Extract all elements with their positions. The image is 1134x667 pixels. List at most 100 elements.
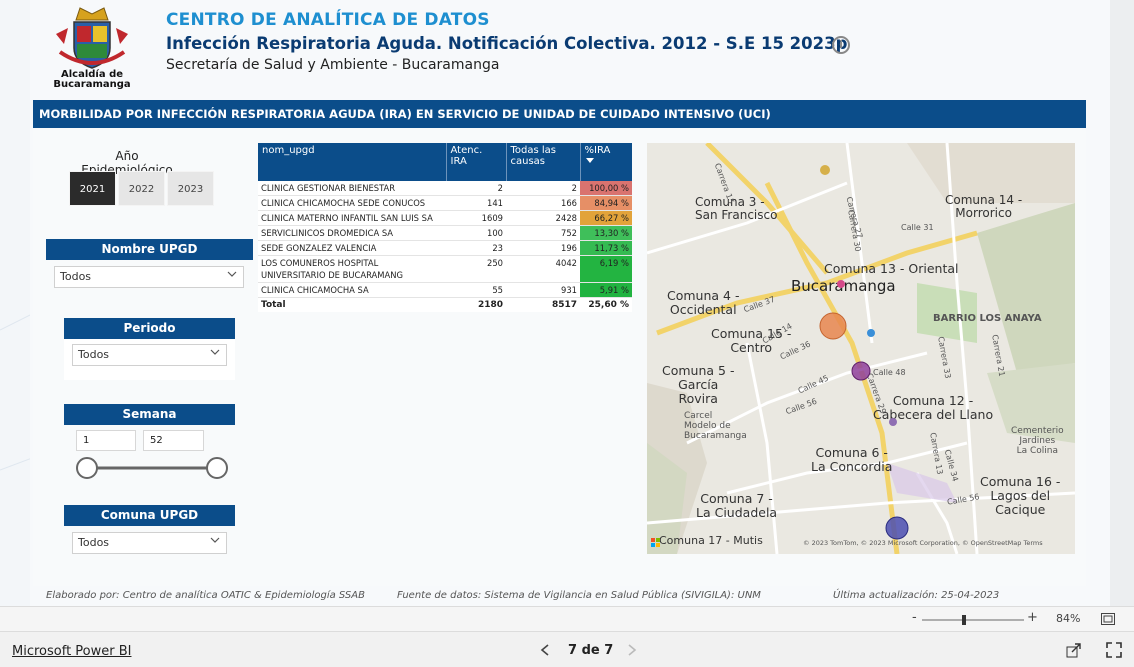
cell-upgd-name: CLINICA CHICAMOCHA SA — [258, 282, 446, 298]
info-icon[interactable]: i — [832, 36, 850, 54]
zoom-in-button[interactable]: + — [1027, 610, 1038, 625]
footer-credits: Elaborado por: Centro de analítica OATIC… — [46, 590, 365, 601]
total-all: 8517 — [506, 297, 580, 312]
cell-all-causes: 4042 — [506, 255, 580, 283]
week-range-slider[interactable] — [72, 455, 232, 481]
map-visual[interactable]: Comuna 3 - San Francisco Comuna 14 - Morro… — [647, 143, 1075, 554]
coat-of-arms-icon — [56, 7, 128, 69]
logo-caption-line2: Bucaramanga — [53, 79, 131, 90]
cell-pct-ira: 84,94 % — [580, 195, 632, 211]
year-button-2022[interactable]: 2022 — [118, 171, 165, 206]
table-row[interactable]: CLINICA CHICAMOCHA SA 55 931 5,91 % — [258, 282, 632, 298]
powerbi-link[interactable]: Microsoft Power BI — [12, 644, 131, 659]
period-dropdown[interactable]: Todos — [72, 344, 227, 366]
cell-all-causes: 931 — [506, 282, 580, 298]
cell-all-causes: 2 — [506, 181, 580, 196]
chevron-down-icon — [210, 537, 220, 543]
cell-upgd-name: SERVICLINICOS DROMEDICA SA — [258, 225, 446, 241]
next-page-icon[interactable] — [627, 644, 637, 656]
total-ira: 2180 — [446, 297, 506, 312]
table-row[interactable]: SERVICLINICOS DROMEDICA SA 100 752 13,30 % — [258, 225, 632, 241]
cell-pct-ira: 66,27 % — [580, 210, 632, 226]
vertical-scrollbar[interactable] — [1110, 0, 1134, 606]
ira-table: nom_upgd Atenc. IRA Todas las causas %IR… — [258, 143, 632, 312]
cell-ira: 2 — [446, 181, 506, 196]
page-indicator: 7 de 7 — [568, 643, 614, 658]
year-button-2021[interactable]: 2021 — [69, 171, 116, 206]
cell-upgd-name: CLINICA GESTIONAR BIENESTAR — [258, 181, 446, 196]
map-bubbles[interactable] — [647, 143, 1075, 554]
prev-page-icon[interactable] — [540, 644, 550, 656]
cell-ira: 250 — [446, 255, 506, 283]
logo: Alcaldía de Bucaramanga — [50, 4, 134, 90]
week-slicer-header: Semana — [64, 404, 235, 425]
col-header-pct[interactable]: %IRA — [580, 143, 632, 181]
footer-source: Fuente de datos: Sistema de Vigilancia e… — [397, 590, 761, 601]
chevron-down-icon — [210, 349, 220, 355]
cell-all-causes: 752 — [506, 225, 580, 241]
table-header-row: nom_upgd Atenc. IRA Todas las causas %IR… — [258, 143, 632, 181]
cell-ira: 1609 — [446, 210, 506, 226]
bubble-small[interactable] — [867, 329, 875, 337]
cell-upgd-name: SEDE GONZALEZ VALENCIA — [258, 240, 446, 256]
col-header-pct-label: %IRA — [584, 145, 611, 156]
upgd-dropdown[interactable]: Todos — [54, 266, 244, 288]
period-slicer-header: Periodo — [64, 318, 235, 339]
period-dropdown-value: Todos — [78, 348, 110, 361]
cell-pct-ira: 13,30 % — [580, 225, 632, 241]
cell-ira: 23 — [446, 240, 506, 256]
zoom-bar: - + 84% — [0, 606, 1134, 631]
header-department: Secretaría de Salud y Ambiente - Bucaram… — [166, 57, 500, 73]
table-row[interactable]: SEDE GONZALEZ VALENCIA 23 196 11,73 % — [258, 240, 632, 256]
cell-upgd-name: CLINICA CHICAMOCHA SEDE CONUCOS — [258, 195, 446, 211]
header-title: CENTRO DE ANALÍTICA DE DATOS — [166, 10, 490, 30]
zoom-slider-handle[interactable] — [962, 615, 966, 625]
cell-upgd-name: CLINICA MATERNO INFANTIL SAN LUIS SA — [258, 210, 446, 226]
week-max-handle[interactable] — [206, 457, 228, 479]
week-min-input[interactable]: 1 — [76, 430, 136, 451]
map-attribution[interactable]: © 2023 TomTom, © 2023 Microsoft Corporat… — [803, 539, 1043, 547]
bubble-small[interactable] — [889, 418, 897, 426]
upgd-dropdown-value: Todos — [60, 270, 92, 283]
col-header-upgd[interactable]: nom_upgd — [258, 143, 447, 181]
cell-all-causes: 2428 — [506, 210, 580, 226]
total-pct: 25,60 % — [580, 297, 632, 312]
share-icon[interactable] — [1066, 642, 1082, 658]
bubble-medium[interactable] — [851, 361, 871, 381]
col-header-ira[interactable]: Atenc. IRA — [446, 143, 507, 181]
commune-dropdown[interactable]: Todos — [72, 532, 227, 554]
table-row[interactable]: CLINICA GESTIONAR BIENESTAR 2 2 100,00 % — [258, 181, 632, 196]
week-max-input[interactable]: 52 — [143, 430, 204, 451]
attribution-text: © 2023 TomTom, © 2023 Microsoft Corporat… — [803, 539, 1043, 547]
bing-logo-icon — [651, 538, 660, 547]
cell-pct-ira: 5,91 % — [580, 282, 632, 298]
commune-dropdown-value: Todos — [78, 536, 110, 549]
table-row[interactable]: CLINICA MATERNO INFANTIL SAN LUIS SA 1609… — [258, 210, 632, 226]
cell-pct-ira: 6,19 % — [580, 255, 632, 283]
zoom-slider[interactable] — [922, 613, 1024, 627]
fit-to-page-icon[interactable] — [1101, 613, 1115, 625]
week-min-handle[interactable] — [76, 457, 98, 479]
year-button-2023[interactable]: 2023 — [167, 171, 214, 206]
cell-ira: 100 — [446, 225, 506, 241]
table-row[interactable]: LOS COMUNEROS HOSPITAL UNIVERSITARIO DE … — [258, 255, 632, 283]
bubble-small[interactable] — [820, 165, 830, 175]
footer-updated: Última actualización: 25-04-2023 — [833, 590, 1000, 601]
cell-upgd-name: LOS COMUNEROS HOSPITAL UNIVERSITARIO DE … — [258, 255, 446, 283]
col-header-all[interactable]: Todas las causas — [506, 143, 581, 181]
fullscreen-icon[interactable] — [1106, 642, 1122, 658]
total-label: Total — [258, 297, 446, 312]
bubble-medium[interactable] — [885, 516, 909, 540]
sort-desc-icon — [585, 158, 594, 163]
table-row[interactable]: CLINICA CHICAMOCHA SEDE CONUCOS 141 166 84,… — [258, 195, 632, 211]
chevron-down-icon — [227, 271, 237, 277]
zoom-out-button[interactable]: - — [912, 610, 917, 625]
cell-pct-ira: 11,73 % — [580, 240, 632, 256]
table-total-row: Total 2180 8517 25,60 % — [258, 297, 632, 312]
cell-ira: 55 — [446, 282, 506, 298]
bubble-large[interactable] — [819, 312, 847, 340]
bubble-small[interactable] — [837, 280, 845, 288]
cell-ira: 141 — [446, 195, 506, 211]
cell-all-causes: 196 — [506, 240, 580, 256]
commune-slicer-header: Comuna UPGD — [64, 505, 235, 526]
